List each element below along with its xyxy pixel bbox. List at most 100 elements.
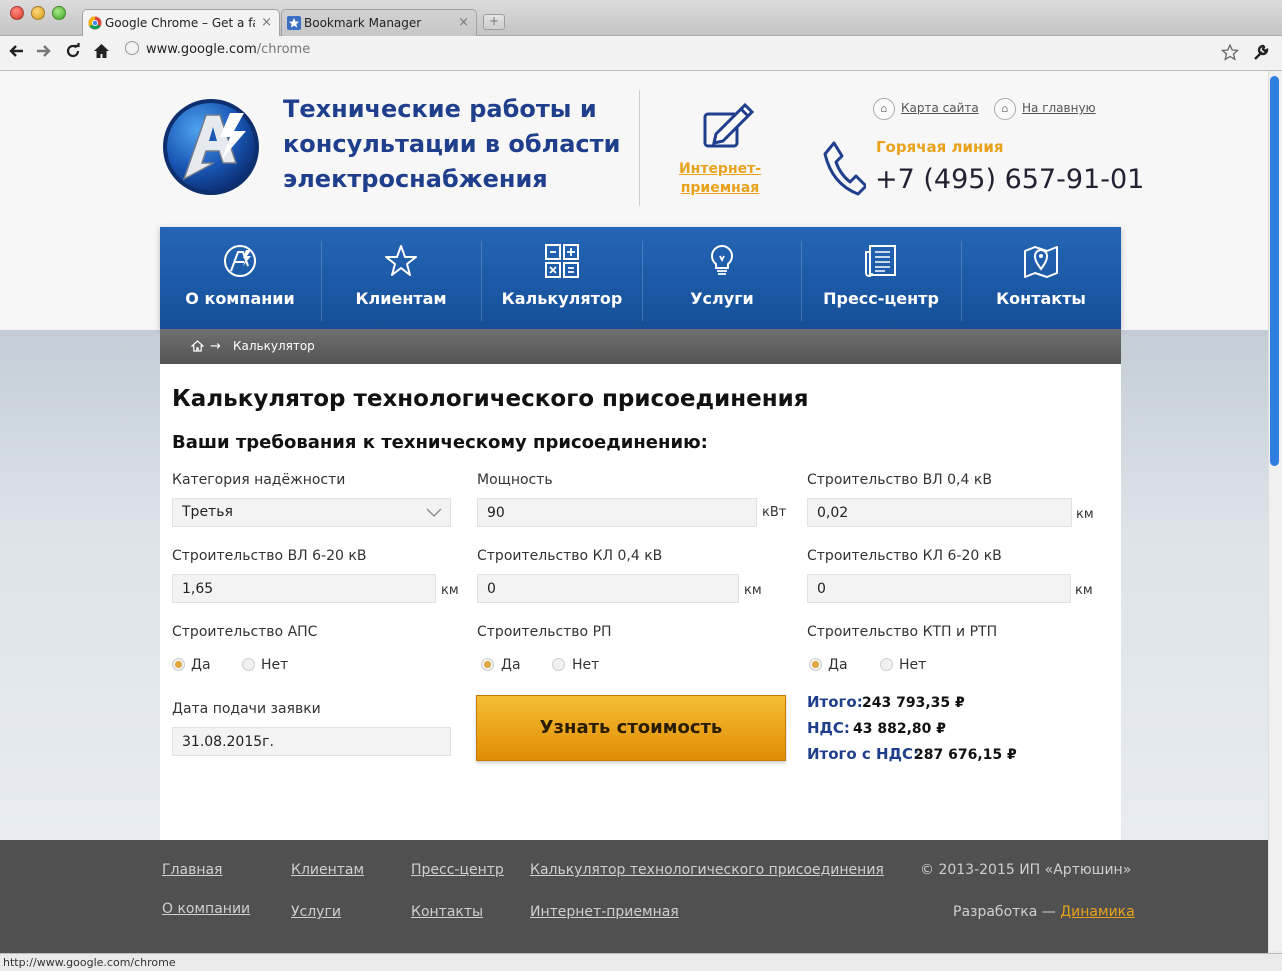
date-label: Дата подачи заявки [172, 701, 321, 717]
internet-reception-link[interactable]: Интернет-приемная [668, 160, 772, 198]
browser-tabbar: Google Chrome – Get a fast × Bookmark Ma… [0, 0, 1282, 37]
rp-yes-radio[interactable] [481, 658, 494, 671]
footer-copyright: © 2013-2015 ИП «Артюшин» [920, 862, 1132, 878]
tab-bookmark-manager[interactable]: Bookmark Manager × [281, 9, 477, 37]
footer-link-services[interactable]: Услуги [291, 904, 341, 920]
status-bar: http://www.google.com/chrome [0, 953, 1282, 971]
footer-link-reception[interactable]: Интернет-приемная [530, 904, 679, 920]
sitemap-link[interactable]: ⌂ Карта сайта [873, 96, 979, 120]
forward-arrow-icon[interactable] [36, 44, 52, 58]
ktp-label: Строительство КТП и РТП [807, 624, 998, 640]
aps-yes-radio[interactable] [172, 658, 185, 671]
aps-no-label[interactable]: Нет [261, 657, 288, 673]
kl04-input[interactable] [477, 574, 739, 603]
company-logo-icon [224, 245, 256, 277]
pen-document-icon[interactable] [700, 98, 758, 152]
power-label: Мощность [477, 472, 553, 488]
nav-label: Калькулятор [501, 289, 623, 308]
footer-link-home[interactable]: Главная [162, 862, 222, 878]
home-icon[interactable] [93, 43, 110, 59]
reload-icon[interactable] [65, 43, 81, 59]
nav-label: Клиентам [355, 289, 447, 308]
vl620-label: Строительство ВЛ 6-20 кВ [172, 548, 367, 564]
reliability-select[interactable]: Третья [172, 498, 451, 527]
tab-close-icon[interactable]: × [458, 10, 469, 36]
zoom-window-button[interactable] [52, 6, 66, 20]
nav-item-contacts[interactable]: Контакты [961, 227, 1121, 329]
site-logo[interactable] [160, 97, 262, 197]
minimize-window-button[interactable] [31, 6, 45, 20]
breadcrumb: → Калькулятор [160, 329, 1121, 364]
home-icon[interactable] [191, 340, 204, 352]
newspaper-icon [865, 245, 896, 277]
ktp-no-radio[interactable] [880, 658, 893, 671]
lightbulb-icon [711, 244, 733, 275]
url-path: /chrome [256, 42, 311, 57]
rp-yes-label[interactable]: Да [501, 657, 521, 673]
hotline-label: Горячая линия [876, 138, 1004, 156]
footer-link-clients[interactable]: Клиентам [291, 862, 364, 878]
phone-number[interactable]: +7 (495) 657-91-01 [875, 164, 1144, 195]
kl620-unit: км [1075, 583, 1093, 598]
vl620-unit: км [441, 583, 459, 598]
ktp-yes-label[interactable]: Да [828, 657, 848, 673]
globe-icon [125, 41, 139, 55]
vl620-input[interactable] [172, 574, 436, 603]
rp-no-label[interactable]: Нет [572, 657, 599, 673]
address-bar[interactable]: www.google.com/chrome [125, 41, 310, 57]
tab-title: Bookmark Manager [304, 16, 422, 30]
ktp-no-label[interactable]: Нет [899, 657, 926, 673]
nav-label: Контакты [996, 289, 1086, 308]
bookmark-star-outline-icon[interactable] [1221, 44, 1239, 61]
kl620-input[interactable] [807, 574, 1071, 603]
calculate-cost-button[interactable]: Узнать стоимость [476, 695, 786, 761]
aps-no-radio[interactable] [242, 658, 255, 671]
star-icon [385, 245, 417, 276]
section-subtitle: Ваши требования к техническому присоедин… [172, 432, 708, 453]
breadcrumb-arrow: → [210, 339, 221, 354]
tab-close-icon[interactable]: × [261, 10, 272, 36]
footer-link-calculator[interactable]: Калькулятор технологического присоединен… [530, 862, 884, 878]
nav-item-calculator[interactable]: Калькулятор [482, 227, 642, 329]
rp-label: Строительство РП [477, 624, 612, 640]
nav-item-services[interactable]: Услуги [642, 227, 802, 329]
page-title: Калькулятор технологического присоединен… [172, 386, 809, 412]
total-vat-value: 287 676,15 ₽ [914, 747, 1017, 763]
footer-link-contacts[interactable]: Контакты [411, 904, 483, 920]
footer [0, 840, 1268, 953]
main-nav: О компании Клиентам Калькулятор Услуги П… [160, 227, 1121, 329]
ktp-yes-radio[interactable] [809, 658, 822, 671]
developer-link[interactable]: Динамика [1060, 904, 1134, 920]
rp-no-radio[interactable] [552, 658, 565, 671]
chevron-down-icon [426, 508, 442, 517]
scrollbar-thumb[interactable] [1270, 76, 1279, 466]
nav-item-company[interactable]: О компании [160, 227, 320, 329]
kl04-label: Строительство КЛ 0,4 кВ [477, 548, 663, 564]
vl04-unit: км [1076, 507, 1094, 522]
breadcrumb-current: Калькулятор [233, 339, 315, 353]
wrench-icon[interactable] [1252, 44, 1270, 61]
aps-yes-label[interactable]: Да [191, 657, 211, 673]
tab-google-chrome[interactable]: Google Chrome – Get a fast × [82, 9, 280, 37]
date-input[interactable] [172, 727, 451, 756]
vl04-input[interactable] [807, 498, 1072, 527]
vl04-label: Строительство ВЛ 0,4 кВ [807, 472, 992, 488]
header-divider [639, 90, 640, 206]
nav-item-press[interactable]: Пресс-центр [801, 227, 961, 329]
total-label: Итого: [807, 693, 863, 711]
sitemap-icon: ⌂ [873, 97, 895, 120]
nav-item-clients[interactable]: Клиентам [321, 227, 481, 329]
footer-link-press[interactable]: Пресс-центр [411, 862, 504, 878]
nav-label: Услуги [690, 289, 754, 308]
home-link[interactable]: ⌂ На главную [994, 96, 1096, 120]
footer-link-company[interactable]: О компании [162, 901, 250, 917]
kl04-unit: км [744, 583, 762, 598]
back-arrow-icon[interactable] [8, 44, 24, 58]
close-window-button[interactable] [10, 6, 24, 20]
sitemap-label: Карта сайта [901, 101, 979, 115]
total-vat-label: Итого с НДС: [807, 745, 919, 763]
new-tab-button[interactable]: + [483, 14, 505, 30]
kl620-label: Строительство КЛ 6-20 кВ [807, 548, 1002, 564]
power-input[interactable] [477, 498, 757, 527]
aps-label: Строительство АПС [172, 624, 318, 640]
